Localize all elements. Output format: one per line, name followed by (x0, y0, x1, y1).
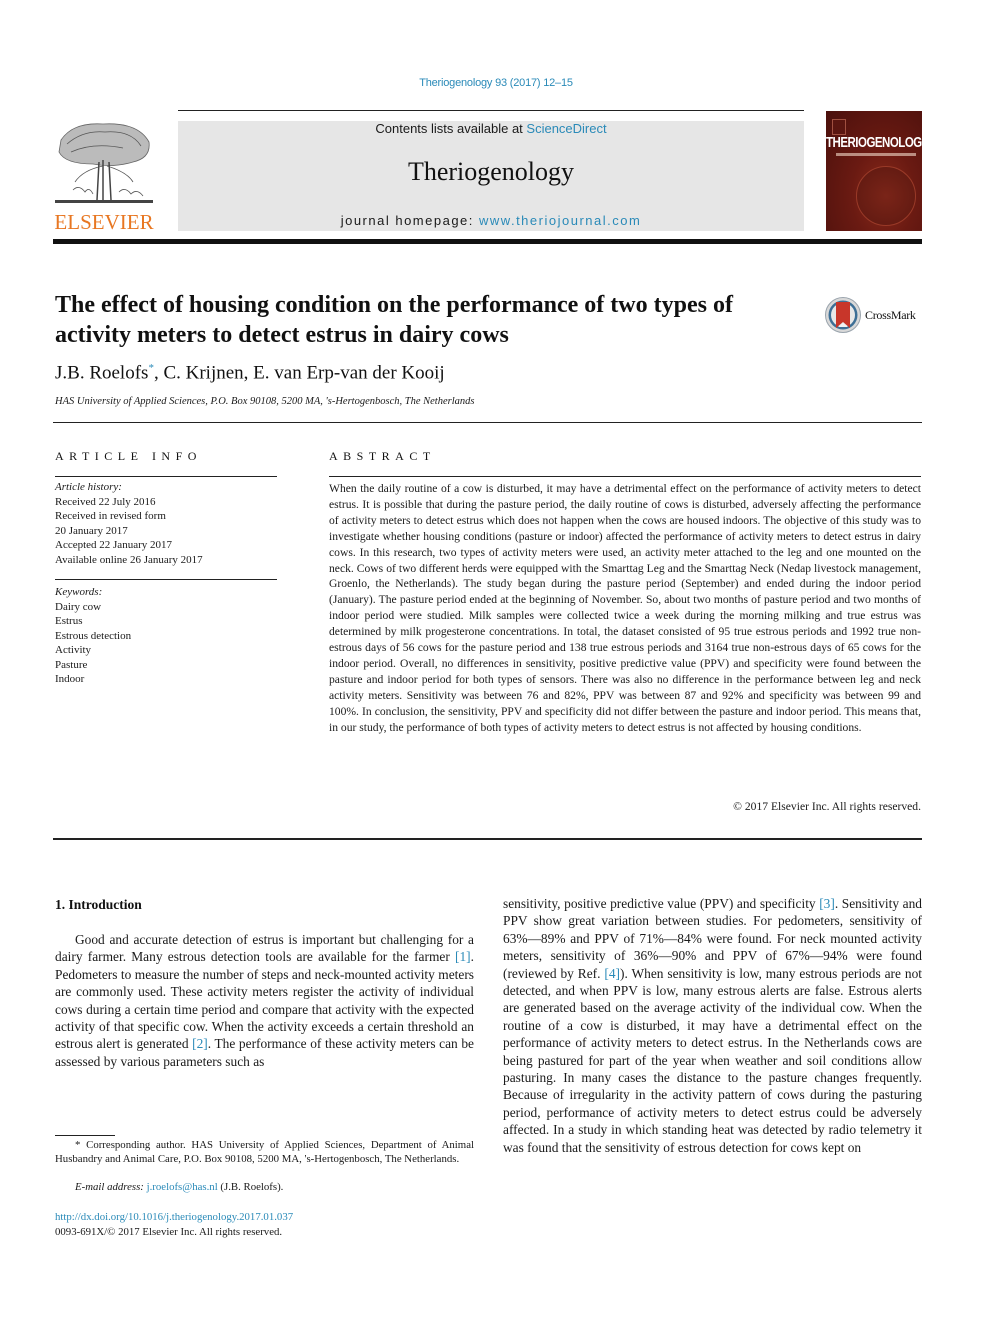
journal-cover-image[interactable]: THERIOGENOLOGY (826, 111, 922, 231)
history-item: Accepted 22 January 2017 (55, 539, 172, 551)
footnote-text: * Corresponding author. HAS University o… (55, 1139, 474, 1165)
article-title: The effect of housing condition on the p… (55, 292, 733, 348)
journal-citation-link[interactable]: Theriogenology 93 (2017) 12–15 (0, 77, 992, 89)
keyword-item: Estrus (55, 615, 83, 627)
article-history: Article history: Received 22 July 2016 R… (55, 480, 277, 567)
introduction-right-column: sensitivity, positive predictive value (… (503, 895, 922, 1156)
crossmark-icon (825, 297, 861, 333)
article-info-heading: ARTICLE INFO (55, 449, 202, 463)
body-text: ). When sensitivity is low, many estrous… (503, 965, 922, 1155)
author-list: J.B. Roelofs*, C. Krijnen, E. van Erp-va… (55, 362, 445, 384)
history-item: 20 January 2017 (55, 524, 128, 537)
keywords: Keywords: Dairy cow Estrus Estrous detec… (55, 585, 277, 687)
email-label: E-mail address: (75, 1181, 147, 1193)
keyword-item: Activity (55, 644, 92, 656)
reference-link[interactable]: [3] (819, 896, 835, 911)
abstract-heading: ABSTRACT (329, 449, 436, 463)
email-link[interactable]: j.roelofs@has.nl (147, 1181, 218, 1193)
keywords-rule (55, 579, 277, 580)
journal-homepage-line: journal homepage: www.theriojournal.com (178, 213, 804, 228)
cover-publisher-emblem (832, 119, 846, 135)
corresponding-author-footnote: * Corresponding author. HAS University o… (55, 1138, 474, 1166)
cover-title: THERIOGENOLOGY (826, 135, 922, 151)
article-info-rule (55, 476, 277, 477)
introduction-left-column: Good and accurate detection of estrus is… (55, 931, 474, 1070)
title-divider (53, 422, 922, 423)
header-rule (178, 110, 804, 111)
abstract-end-rule (53, 838, 922, 840)
body-text: Good and accurate detection of estrus is… (55, 932, 474, 965)
elsevier-tree-icon (55, 123, 153, 203)
issn-copyright: 0093-691X/© 2017 Elsevier Inc. All right… (55, 1226, 283, 1238)
history-item: Received 22 July 2016 (55, 495, 156, 508)
history-item: Available online 26 January 2017 (55, 553, 203, 566)
crossmark-button[interactable]: CrossMark (824, 296, 924, 336)
reference-link[interactable]: [1] (455, 949, 471, 964)
abstract-rule (329, 476, 921, 477)
sciencedirect-link[interactable]: ScienceDirect (526, 121, 606, 136)
email-suffix: (J.B. Roelofs). (217, 1181, 284, 1193)
abstract-text: When the daily routine of a cow is distu… (329, 482, 921, 734)
email-line: E-mail address: j.roelofs@has.nl (J.B. R… (75, 1181, 283, 1193)
journal-masthead: Contents lists available at ScienceDirec… (178, 121, 804, 231)
article-history-label: Article history: (55, 481, 122, 493)
author-names: , C. Krijnen, E. van Erp-van der Kooij (153, 362, 445, 384)
keywords-label: Keywords: (55, 586, 103, 598)
journal-homepage-link[interactable]: www.theriojournal.com (479, 213, 641, 228)
cover-subtitle-bar (836, 153, 916, 156)
homepage-prefix: journal homepage: (340, 213, 480, 228)
keyword-item: Estrous detection (55, 629, 132, 642)
header-thick-rule (53, 239, 922, 244)
footnote-rule (55, 1135, 115, 1136)
journal-name: Theriogenology (407, 157, 575, 186)
crossmark-label: CrossMark (865, 308, 916, 322)
reference-link[interactable]: [4] (604, 966, 620, 981)
author-affiliation: HAS University of Applied Sciences, P.O.… (55, 396, 475, 407)
abstract-copyright: © 2017 Elsevier Inc. All rights reserved… (733, 800, 921, 813)
keyword-item: Pasture (55, 658, 88, 671)
keyword-item: Indoor (55, 673, 85, 685)
author-name[interactable]: J.B. Roelofs (55, 362, 148, 383)
keyword-item: Dairy cow (55, 600, 102, 613)
reference-link[interactable]: [2] (192, 1036, 208, 1051)
doi-link[interactable]: http://dx.doi.org/10.1016/j.theriogenolo… (55, 1211, 293, 1223)
contents-prefix: Contents lists available at (375, 121, 527, 136)
elsevier-wordmark: ELSEVIER (54, 210, 154, 234)
history-item: Received in revised form (55, 510, 166, 522)
body-text: sensitivity, positive predictive value (… (503, 896, 820, 911)
elsevier-logo[interactable]: ELSEVIER (53, 120, 155, 234)
contents-line: Contents lists available at ScienceDirec… (178, 121, 804, 136)
introduction-heading: 1. Introduction (55, 897, 142, 912)
cover-embryo-graphic (856, 166, 916, 226)
